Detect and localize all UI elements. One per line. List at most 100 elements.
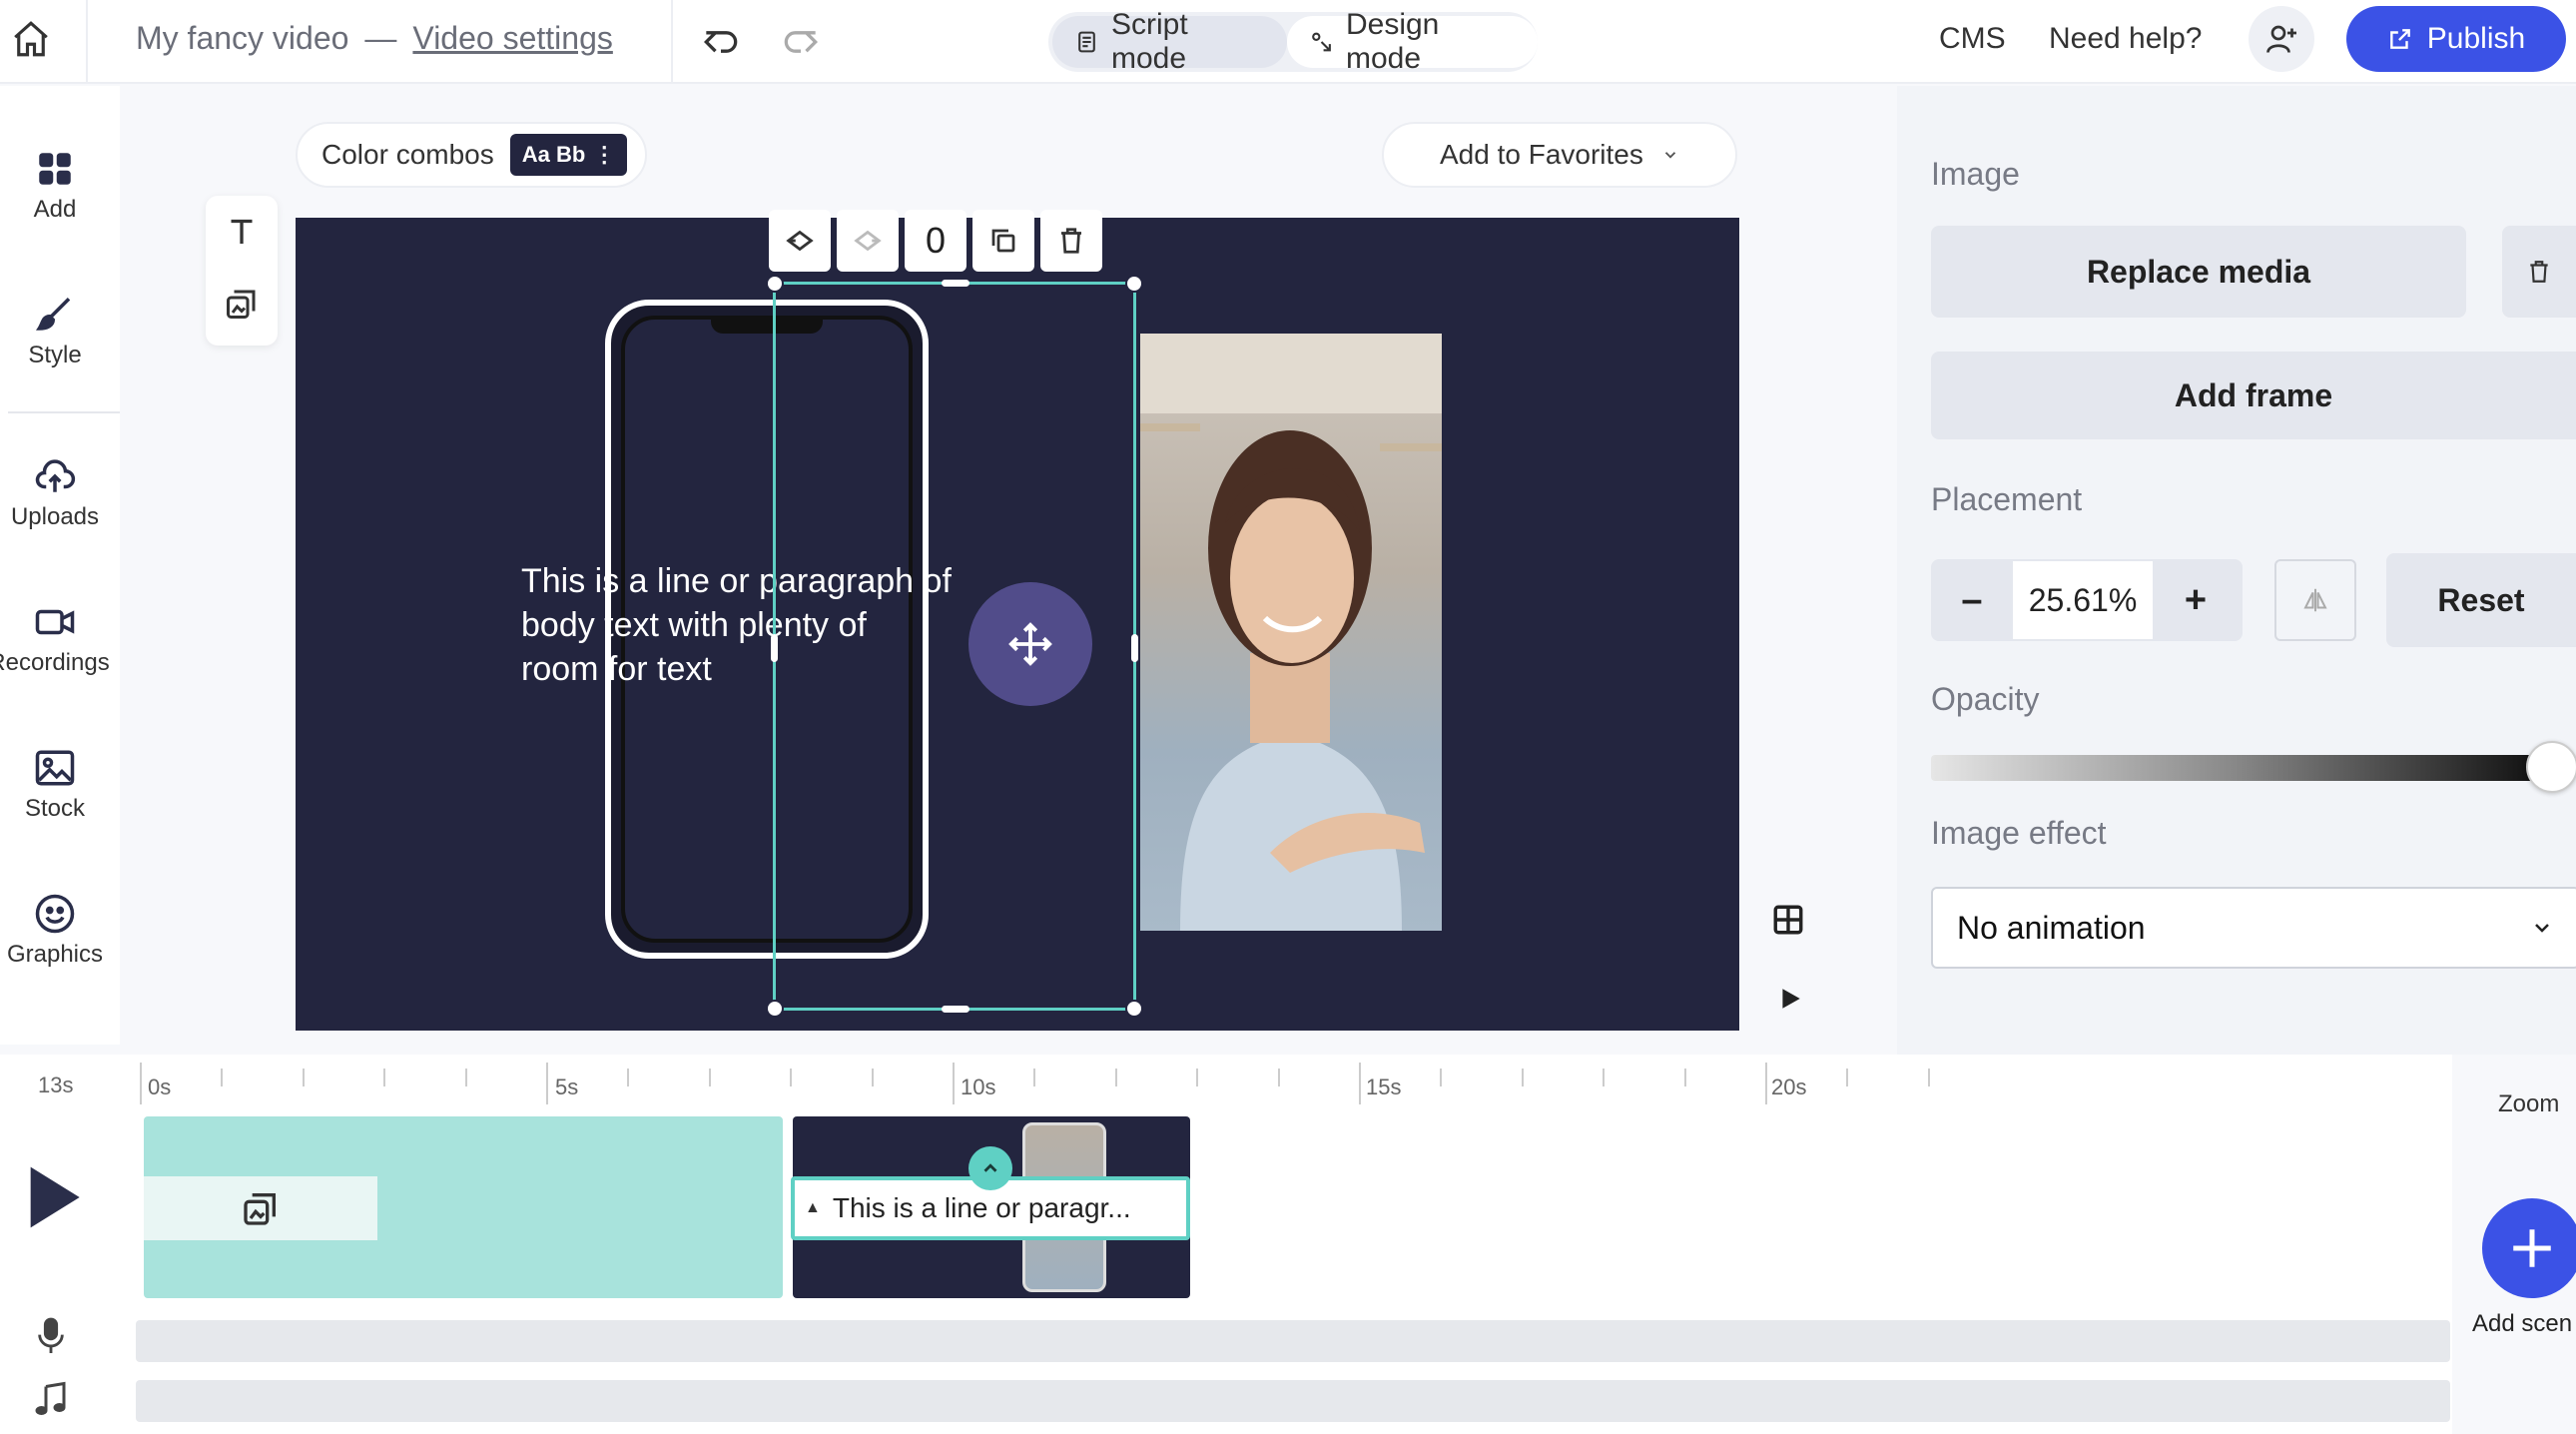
sidebar-item-style[interactable]: Style	[0, 294, 110, 369]
text-tool-icon[interactable]	[224, 214, 260, 250]
decrease-zoom-button[interactable]: –	[1931, 559, 2013, 641]
scene-clip-1[interactable]	[144, 1116, 783, 1298]
resize-handle[interactable]	[1125, 275, 1143, 293]
script-mode-button[interactable]: Script mode	[1052, 8, 1287, 75]
ruler-tick	[1927, 1069, 1930, 1086]
image-effect-section-label: Image effect	[1931, 815, 2107, 851]
collapse-layer-button[interactable]	[968, 1146, 1012, 1190]
ruler-tick	[790, 1069, 793, 1086]
opacity-slider-thumb[interactable]	[2526, 741, 2576, 793]
ruler-tick	[464, 1069, 467, 1086]
sidebar-item-add[interactable]: Add	[0, 148, 110, 224]
element-toolbar	[206, 196, 278, 346]
sidebar-item-recordings[interactable]: Recordings	[0, 601, 110, 677]
ruler-tick	[1359, 1063, 1361, 1104]
zoom-label[interactable]: Zoom	[2498, 1090, 2559, 1118]
project-name[interactable]: My fancy video	[136, 20, 348, 57]
music-track[interactable]	[136, 1380, 2450, 1422]
time-ruler[interactable]	[0, 1055, 1997, 1114]
opacity-slider[interactable]	[1931, 755, 2538, 781]
ruler-tick	[1683, 1069, 1686, 1086]
design-mode-button[interactable]: Design mode	[1286, 8, 1538, 75]
ruler-tick	[1846, 1069, 1849, 1086]
divider	[671, 0, 673, 84]
text-layer-label: This is a line or paragr...	[832, 1192, 1131, 1223]
delete-media-button[interactable]	[2502, 226, 2576, 318]
sidebar-item-label: Style	[28, 342, 82, 368]
bring-forward-button[interactable]	[837, 210, 899, 272]
ruler-tick	[627, 1069, 630, 1086]
add-scene-label: Add scen	[2472, 1310, 2573, 1337]
image-effect-select[interactable]: No animation	[1931, 887, 2576, 969]
music-icon[interactable]	[34, 1380, 70, 1420]
zoom-input[interactable]: 25.61%	[2013, 561, 2153, 639]
image-section-label: Image	[1931, 156, 2020, 192]
ruler-tick	[1196, 1069, 1199, 1086]
help-link[interactable]: Need help?	[2049, 22, 2202, 56]
flip-button[interactable]	[2274, 559, 2356, 641]
sidebar-item-uploads[interactable]: Uploads	[0, 455, 110, 531]
tick-label: 0s	[148, 1075, 172, 1099]
color-combos-badge-text: Aa Bb	[521, 142, 586, 167]
undo-icon[interactable]	[699, 20, 743, 64]
design-mode-label: Design mode	[1345, 8, 1440, 75]
zoom-stepper: – 25.61% +	[1931, 559, 2243, 641]
home-icon[interactable]	[10, 18, 52, 60]
cms-link[interactable]: CMS	[1939, 22, 2006, 56]
grid-toggle-icon[interactable]	[1771, 903, 1805, 937]
ruler-tick	[140, 1063, 142, 1104]
selection-toolbar: 0	[769, 210, 1102, 272]
ruler-tick	[221, 1069, 224, 1086]
move-handle[interactable]	[968, 582, 1092, 706]
more-vertical-icon: ⋮	[593, 142, 616, 167]
breadcrumb: My fancy video — Video settings	[136, 20, 613, 57]
replace-media-button[interactable]: Replace media	[1931, 226, 2466, 318]
delete-button[interactable]	[1040, 210, 1102, 272]
publish-button[interactable]: Publish	[2346, 6, 2566, 72]
video-settings-link[interactable]: Video settings	[412, 20, 612, 57]
microphone-icon[interactable]	[34, 1316, 68, 1356]
sidebar-item-label: Add	[33, 196, 77, 223]
ruler-tick	[302, 1069, 305, 1086]
sidebar-item-graphics[interactable]: Graphics	[0, 893, 110, 969]
add-scene-button[interactable]	[2482, 1198, 2576, 1298]
resize-handle[interactable]	[942, 280, 969, 287]
layer-index: 0	[905, 210, 966, 272]
selection-box[interactable]	[766, 275, 1143, 1018]
redo-icon[interactable]	[779, 20, 823, 64]
color-combos-control[interactable]: Color combos Aa Bb ⋮	[296, 122, 647, 188]
invite-user-button[interactable]	[2249, 6, 2314, 72]
increase-zoom-button[interactable]: +	[2153, 559, 2239, 641]
color-combos-badge[interactable]: Aa Bb ⋮	[509, 134, 628, 176]
breadcrumb-separator: —	[364, 20, 397, 56]
reset-button[interactable]: Reset	[2386, 553, 2576, 647]
layer-forward-icon	[854, 230, 882, 252]
media-frame-icon[interactable]	[224, 286, 260, 322]
resize-handle[interactable]	[1125, 1000, 1143, 1018]
send-backward-button[interactable]	[769, 210, 831, 272]
favorites-label: Add to Favorites	[1440, 139, 1643, 170]
photo-image[interactable]	[1140, 334, 1442, 931]
video-canvas[interactable]: This is a line or paragraph of body text…	[296, 218, 1739, 1031]
voiceover-track[interactable]	[136, 1320, 2450, 1362]
publish-icon	[2389, 29, 2410, 49]
scene-media-layer[interactable]	[144, 1176, 377, 1240]
resize-handle[interactable]	[1131, 634, 1138, 662]
add-frame-button[interactable]: Add frame	[1931, 352, 2576, 439]
resize-handle[interactable]	[771, 634, 778, 662]
resize-handle[interactable]	[766, 275, 784, 293]
add-user-icon	[2266, 25, 2296, 53]
layer-back-icon	[786, 230, 814, 252]
sidebar-item-stock[interactable]: Stock	[0, 747, 110, 823]
resize-handle[interactable]	[766, 1000, 784, 1018]
resize-handle[interactable]	[942, 1006, 969, 1013]
ruler-tick	[383, 1069, 386, 1086]
add-to-favorites-dropdown[interactable]: Add to Favorites	[1382, 122, 1737, 188]
top-bar: My fancy video — Video settings Script m…	[0, 0, 2576, 84]
sidebar-item-label: Recordings	[0, 649, 110, 676]
timeline: 13s 0s 5s 10s 15s 20s ▲ This is a line o…	[0, 1055, 2576, 1434]
timeline-play-icon[interactable]	[26, 1164, 82, 1230]
ruler-tick	[1277, 1069, 1280, 1086]
preview-play-icon[interactable]	[1777, 985, 1803, 1013]
duplicate-button[interactable]	[972, 210, 1034, 272]
